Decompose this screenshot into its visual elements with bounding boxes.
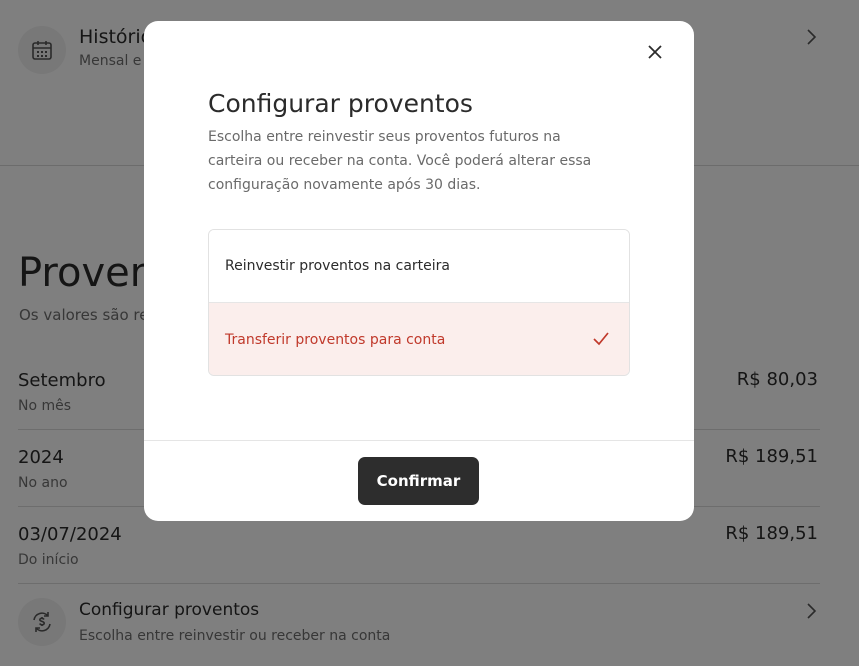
configurar-proventos-modal: Configurar proventos Escolha entre reinv…: [144, 21, 694, 521]
option-reinvestir[interactable]: Reinvestir proventos na carteira: [209, 230, 629, 303]
modal-description: Escolha entre reinvestir seus proventos …: [208, 129, 592, 193]
check-icon: [593, 332, 609, 346]
option-label: Reinvestir proventos na carteira: [225, 258, 450, 274]
modal-title: Configurar proventos: [208, 89, 473, 118]
footer-divider: [144, 440, 694, 441]
close-icon: [648, 45, 662, 59]
close-button[interactable]: [642, 39, 668, 65]
options-list: Reinvestir proventos na carteira Transfe…: [208, 229, 630, 376]
option-label: Transferir proventos para conta: [225, 331, 446, 348]
option-transferir[interactable]: Transferir proventos para conta: [209, 303, 629, 375]
confirm-button[interactable]: Confirmar: [358, 457, 479, 505]
